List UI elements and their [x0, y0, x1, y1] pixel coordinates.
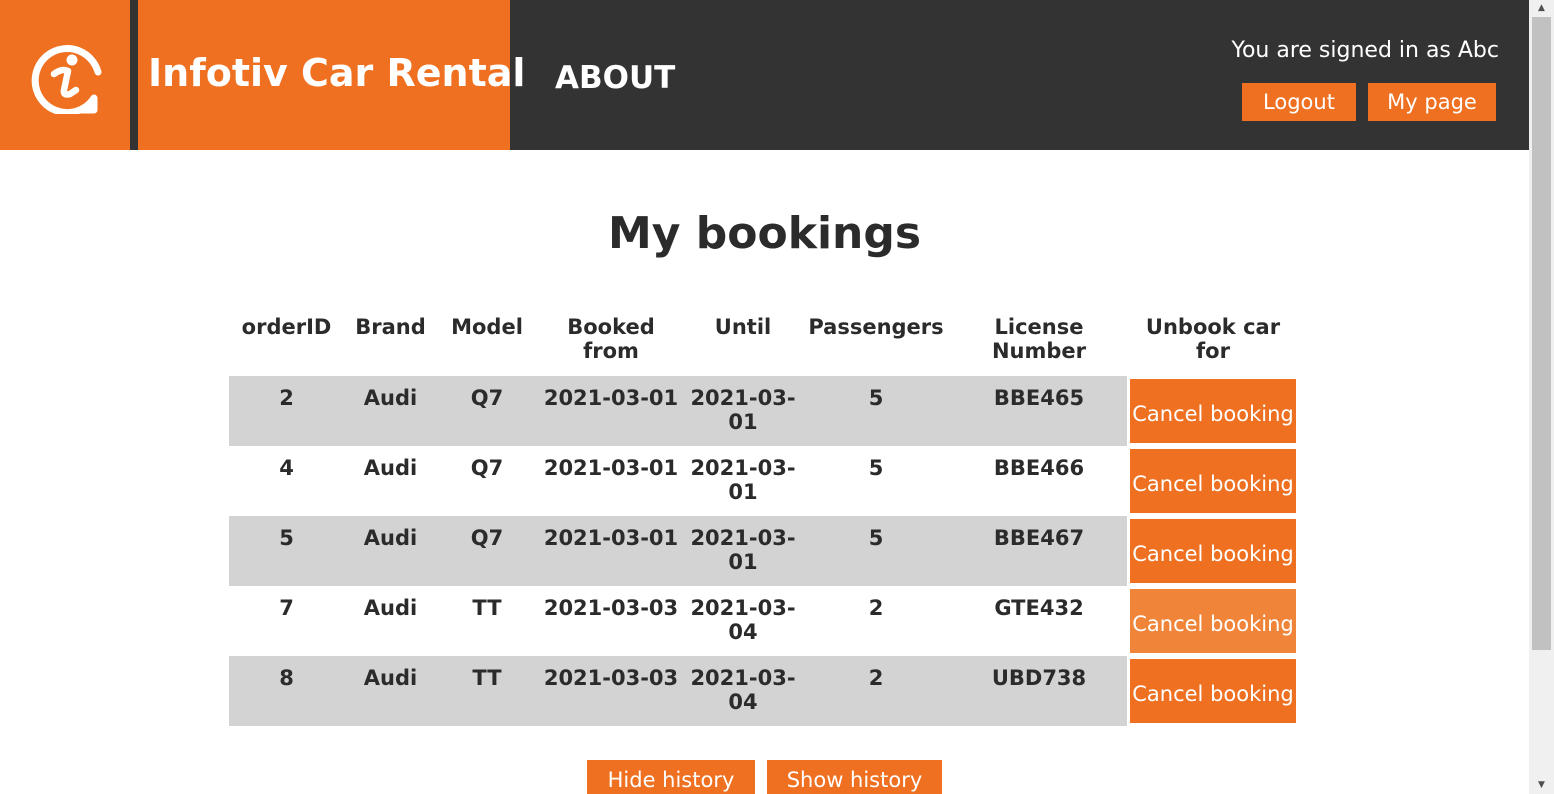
cell-brand: Audi — [344, 376, 437, 446]
header-passengers: Passengers — [808, 315, 944, 339]
cell-order-id: 7 — [229, 586, 344, 656]
cell-order-id: 4 — [229, 446, 344, 516]
brand-divider — [130, 0, 138, 150]
table-header-row: orderID Brand Model Booked from Until Pa… — [229, 312, 1299, 376]
cell-model: TT — [437, 586, 537, 656]
cell-license-number: BBE465 — [951, 376, 1127, 446]
cell-brand: Audi — [344, 586, 437, 656]
cell-model: Q7 — [437, 446, 537, 516]
cell-until: 2021-03-01 — [685, 376, 801, 446]
cell-brand: Audi — [344, 516, 437, 586]
cell-order-id: 2 — [229, 376, 344, 446]
cell-passengers: 2 — [801, 656, 951, 726]
scrollbar-thumb[interactable] — [1532, 17, 1551, 650]
cancel-booking-button[interactable]: Cancel booking — [1130, 449, 1296, 513]
page-viewport: Infotiv Car Rental ABOUT You are signed … — [0, 0, 1529, 794]
cell-booked-from: 2021-03-03 — [537, 656, 685, 726]
cell-brand: Audi — [344, 656, 437, 726]
cell-action: Cancel booking — [1127, 656, 1299, 726]
header-brand: Brand — [355, 315, 426, 339]
cell-passengers: 5 — [801, 376, 951, 446]
cell-booked-from: 2021-03-01 — [537, 516, 685, 586]
cell-until: 2021-03-04 — [685, 656, 801, 726]
signed-in-status: You are signed in as Abc — [1231, 38, 1499, 63]
cell-passengers: 2 — [801, 586, 951, 656]
scroll-up-arrow-icon[interactable]: ▲ — [1529, 0, 1554, 17]
header-booked-from: Booked from — [567, 315, 655, 363]
cell-order-id: 5 — [229, 516, 344, 586]
cancel-booking-button[interactable]: Cancel booking — [1130, 379, 1296, 443]
header-until: Until — [714, 315, 772, 339]
header-license-number: License Number — [991, 315, 1087, 363]
cell-until: 2021-03-01 — [685, 446, 801, 516]
site-header: Infotiv Car Rental ABOUT You are signed … — [0, 0, 1529, 150]
cancel-booking-button[interactable]: Cancel booking — [1130, 659, 1296, 723]
cell-until: 2021-03-01 — [685, 516, 801, 586]
cell-passengers: 5 — [801, 516, 951, 586]
header-unbook: Unbook car for — [1145, 315, 1281, 363]
show-history-button[interactable]: Show history — [767, 760, 942, 794]
cell-brand: Audi — [344, 446, 437, 516]
cell-license-number: UBD738 — [951, 656, 1127, 726]
nav-about-link[interactable]: ABOUT — [555, 58, 675, 98]
brand-title[interactable]: Infotiv Car Rental — [148, 50, 525, 96]
cell-model: TT — [437, 656, 537, 726]
brand-block[interactable]: Infotiv Car Rental — [0, 0, 525, 150]
table-row: 5 Audi Q7 2021-03-01 2021-03-01 5 BBE467… — [229, 516, 1299, 586]
cell-action: Cancel booking — [1127, 376, 1299, 446]
cell-action: Cancel booking — [1127, 586, 1299, 656]
cell-model: Q7 — [437, 376, 537, 446]
cell-license-number: BBE466 — [951, 446, 1127, 516]
cell-action: Cancel booking — [1127, 446, 1299, 516]
cell-booked-from: 2021-03-01 — [537, 446, 685, 516]
cell-license-number: GTE432 — [951, 586, 1127, 656]
header-model: Model — [451, 315, 523, 339]
table-row: 4 Audi Q7 2021-03-01 2021-03-01 5 BBE466… — [229, 446, 1299, 516]
table-row: 2 Audi Q7 2021-03-01 2021-03-01 5 BBE465… — [229, 376, 1299, 446]
table-row: 7 Audi TT 2021-03-03 2021-03-04 2 GTE432… — [229, 586, 1299, 656]
cancel-booking-button[interactable]: Cancel booking — [1130, 519, 1296, 583]
hide-history-button[interactable]: Hide history — [587, 760, 755, 794]
cell-booked-from: 2021-03-03 — [537, 586, 685, 656]
cell-action: Cancel booking — [1127, 516, 1299, 586]
logout-button[interactable]: Logout — [1242, 83, 1356, 121]
cell-order-id: 8 — [229, 656, 344, 726]
vertical-scrollbar[interactable]: ▲ ▼ — [1529, 0, 1554, 794]
cell-until: 2021-03-04 — [685, 586, 801, 656]
cell-booked-from: 2021-03-01 — [537, 376, 685, 446]
cancel-booking-button[interactable]: Cancel booking — [1130, 589, 1296, 653]
cell-license-number: BBE467 — [951, 516, 1127, 586]
scroll-down-arrow-icon[interactable]: ▼ — [1529, 777, 1554, 794]
header-order-id: orderID — [241, 315, 332, 339]
table-row: 8 Audi TT 2021-03-03 2021-03-04 2 UBD738… — [229, 656, 1299, 726]
bookings-table: orderID Brand Model Booked from Until Pa… — [229, 312, 1299, 726]
cell-passengers: 5 — [801, 446, 951, 516]
cell-model: Q7 — [437, 516, 537, 586]
infotiv-logo-icon — [31, 45, 102, 114]
my-page-button[interactable]: My page — [1368, 83, 1496, 121]
page-title: My bookings — [607, 208, 922, 259]
